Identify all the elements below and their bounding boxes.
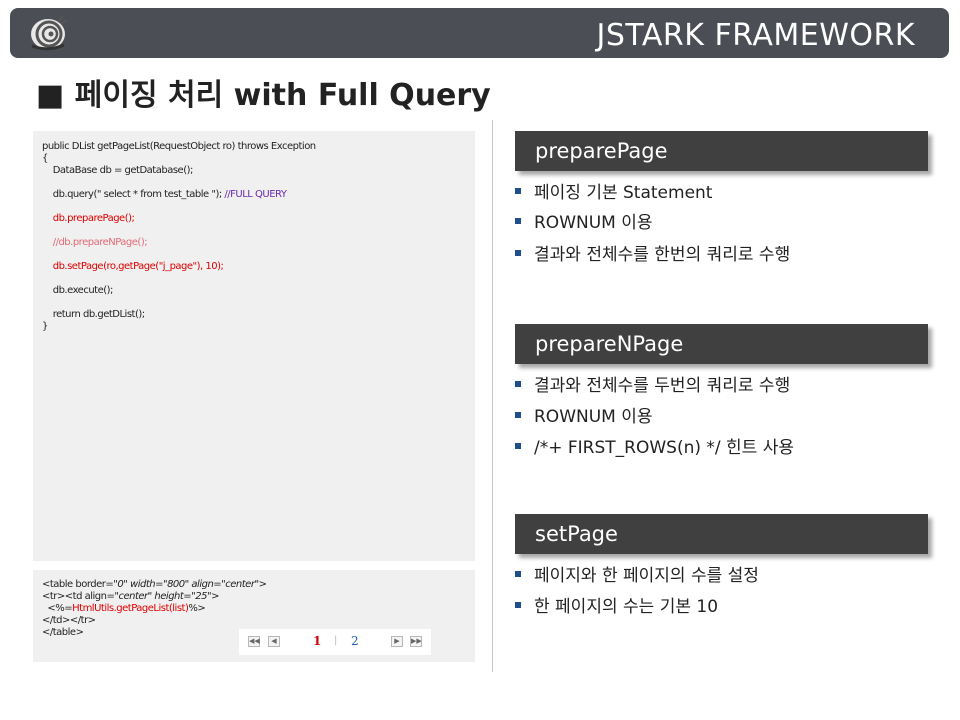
bullet-item: 결과와 전체수를 두번의 쿼리로 수행	[515, 371, 790, 396]
bullet-item: 페이지와 한 페이지의 수를 설정	[515, 561, 759, 586]
bullet-item: 결과와 전체수를 한번의 쿼리로 수행	[515, 240, 790, 265]
code-line: db.query(" select * from test_table "); …	[42, 189, 287, 200]
page-link-2[interactable]: 2	[351, 634, 359, 648]
current-page: 1	[313, 634, 322, 648]
prev-page-icon[interactable]: ◀	[268, 636, 280, 647]
code-comment: //FULL QUERY	[224, 189, 287, 200]
html-line: <tr><td align="center" height="25">	[42, 591, 219, 602]
bullet-square-icon	[515, 602, 521, 608]
bullet-item: 한 페이지의 수는 기본 10	[515, 592, 718, 617]
bullet-square-icon	[515, 188, 521, 194]
bullet-item: ROWNUM 이용	[515, 208, 653, 233]
code-line: }	[42, 321, 48, 332]
snail-logo-icon	[31, 15, 68, 51]
page-title: ■ 페이징 처리 with Full Query	[36, 78, 491, 113]
pager-preview: ◀◀ ◀ 1 | 2 ▶ ▶▶	[239, 629, 431, 655]
html-line: </td></tr>	[42, 615, 96, 626]
first-page-icon[interactable]: ◀◀	[248, 636, 260, 647]
column-divider	[492, 120, 493, 672]
brand-title: JSTARK FRAMEWORK	[596, 18, 915, 53]
html-snippet-panel: <table border="0" width="800" align="cen…	[33, 570, 475, 662]
bullet-square-icon	[515, 218, 521, 224]
pager-separator: |	[334, 635, 338, 646]
section-header-preparenpage: prepareNPage	[515, 324, 928, 364]
header-bar: JSTARK FRAMEWORK	[10, 8, 949, 58]
bullet-square-icon	[515, 381, 521, 387]
bullet-square-icon	[515, 571, 521, 577]
code-panel: public DList getPageList(RequestObject r…	[33, 131, 475, 561]
code-line: db.preparePage();	[42, 213, 135, 224]
bullet-square-icon	[515, 443, 521, 449]
html-line: <%=HtmlUtils.getPageList(list)%>	[42, 603, 206, 614]
section-header-preparepage: preparePage	[515, 131, 928, 171]
bullet-item: 페이징 기본 Statement	[515, 178, 712, 203]
html-line: </table>	[42, 627, 84, 638]
bullet-square-icon	[515, 250, 521, 256]
section-header-setpage: setPage	[515, 514, 928, 554]
last-page-icon[interactable]: ▶▶	[410, 636, 422, 647]
next-page-icon[interactable]: ▶	[391, 636, 403, 647]
code-line: public DList getPageList(RequestObject r…	[42, 141, 316, 152]
bullet-item: /*+ FIRST_ROWS(n) */ 힌트 사용	[515, 433, 794, 458]
bullet-item: ROWNUM 이용	[515, 402, 653, 427]
code-line: return db.getDList();	[42, 309, 145, 320]
html-line: <table border="0" width="800" align="cen…	[42, 579, 267, 590]
code-line: {	[42, 153, 48, 164]
code-line: db.setPage(ro,getPage("j_page"), 10);	[42, 261, 224, 272]
code-line: //db.prepareNPage();	[42, 237, 148, 248]
code-line: DataBase db = getDatabase();	[42, 165, 194, 176]
bullet-square-icon	[515, 412, 521, 418]
code-line: db.execute();	[42, 285, 114, 296]
